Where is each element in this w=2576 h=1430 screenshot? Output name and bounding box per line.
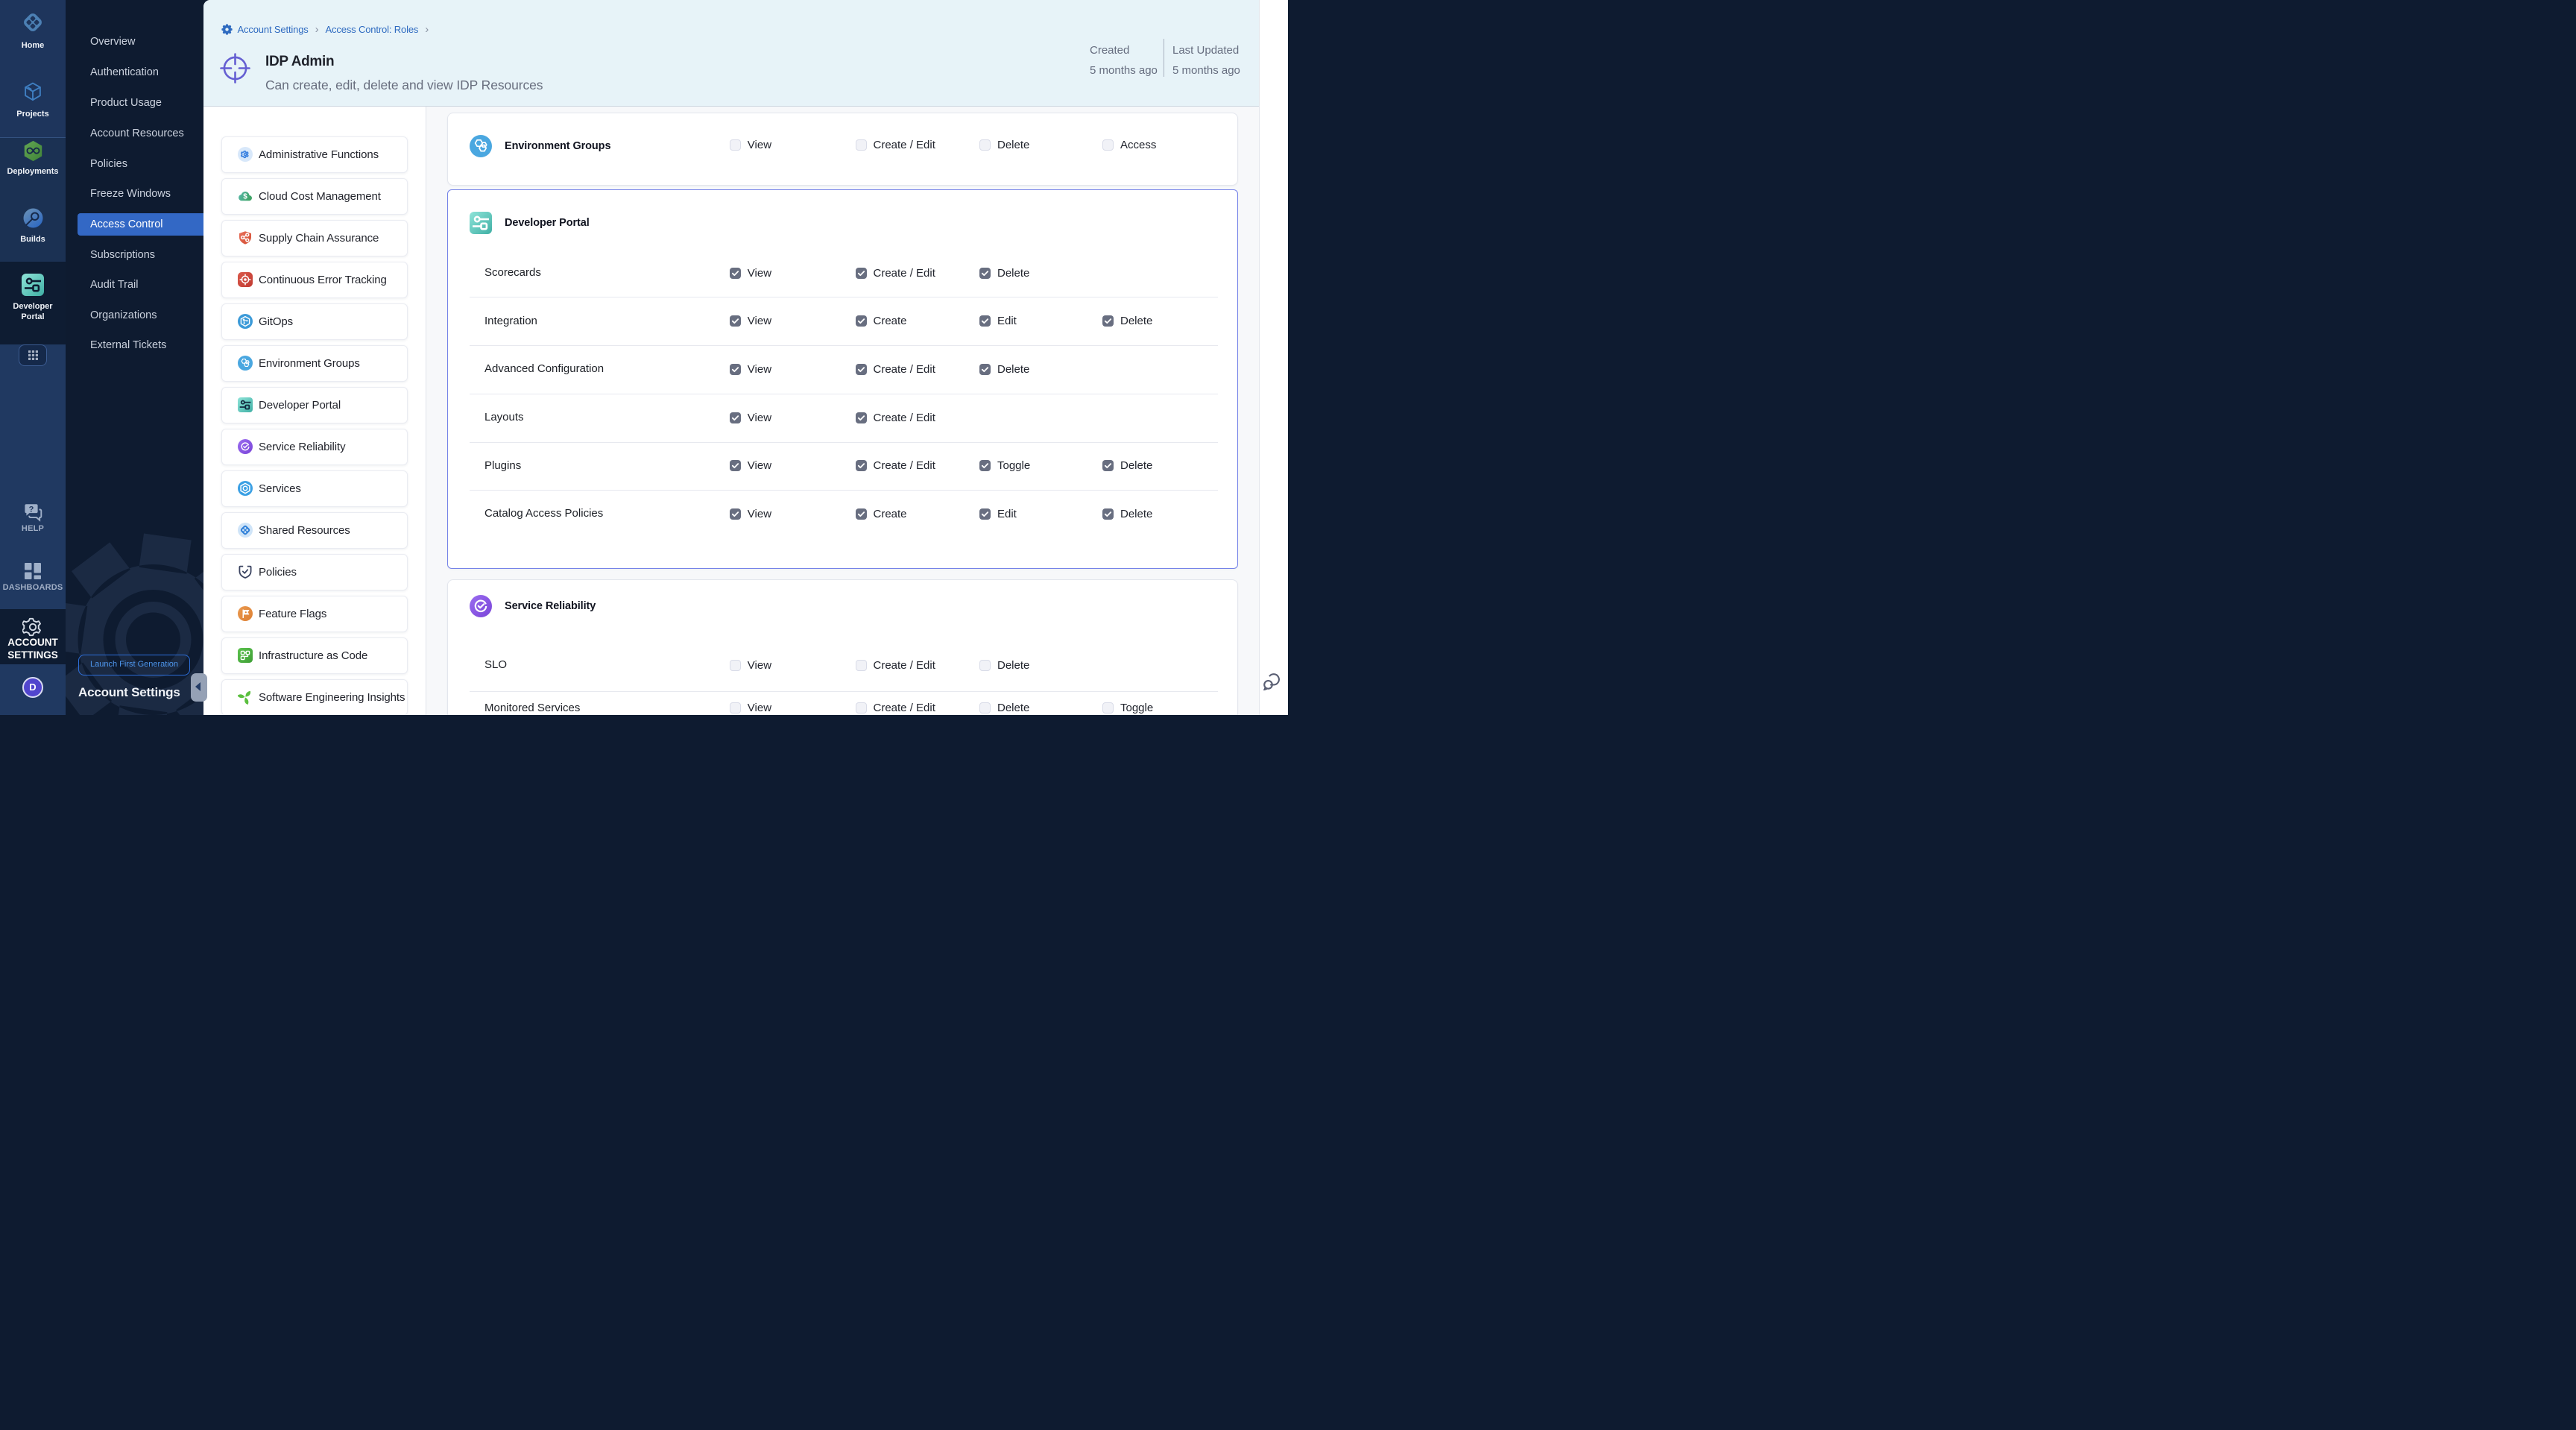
svg-text:$: $: [243, 193, 247, 201]
svg-text:?: ?: [28, 505, 34, 514]
